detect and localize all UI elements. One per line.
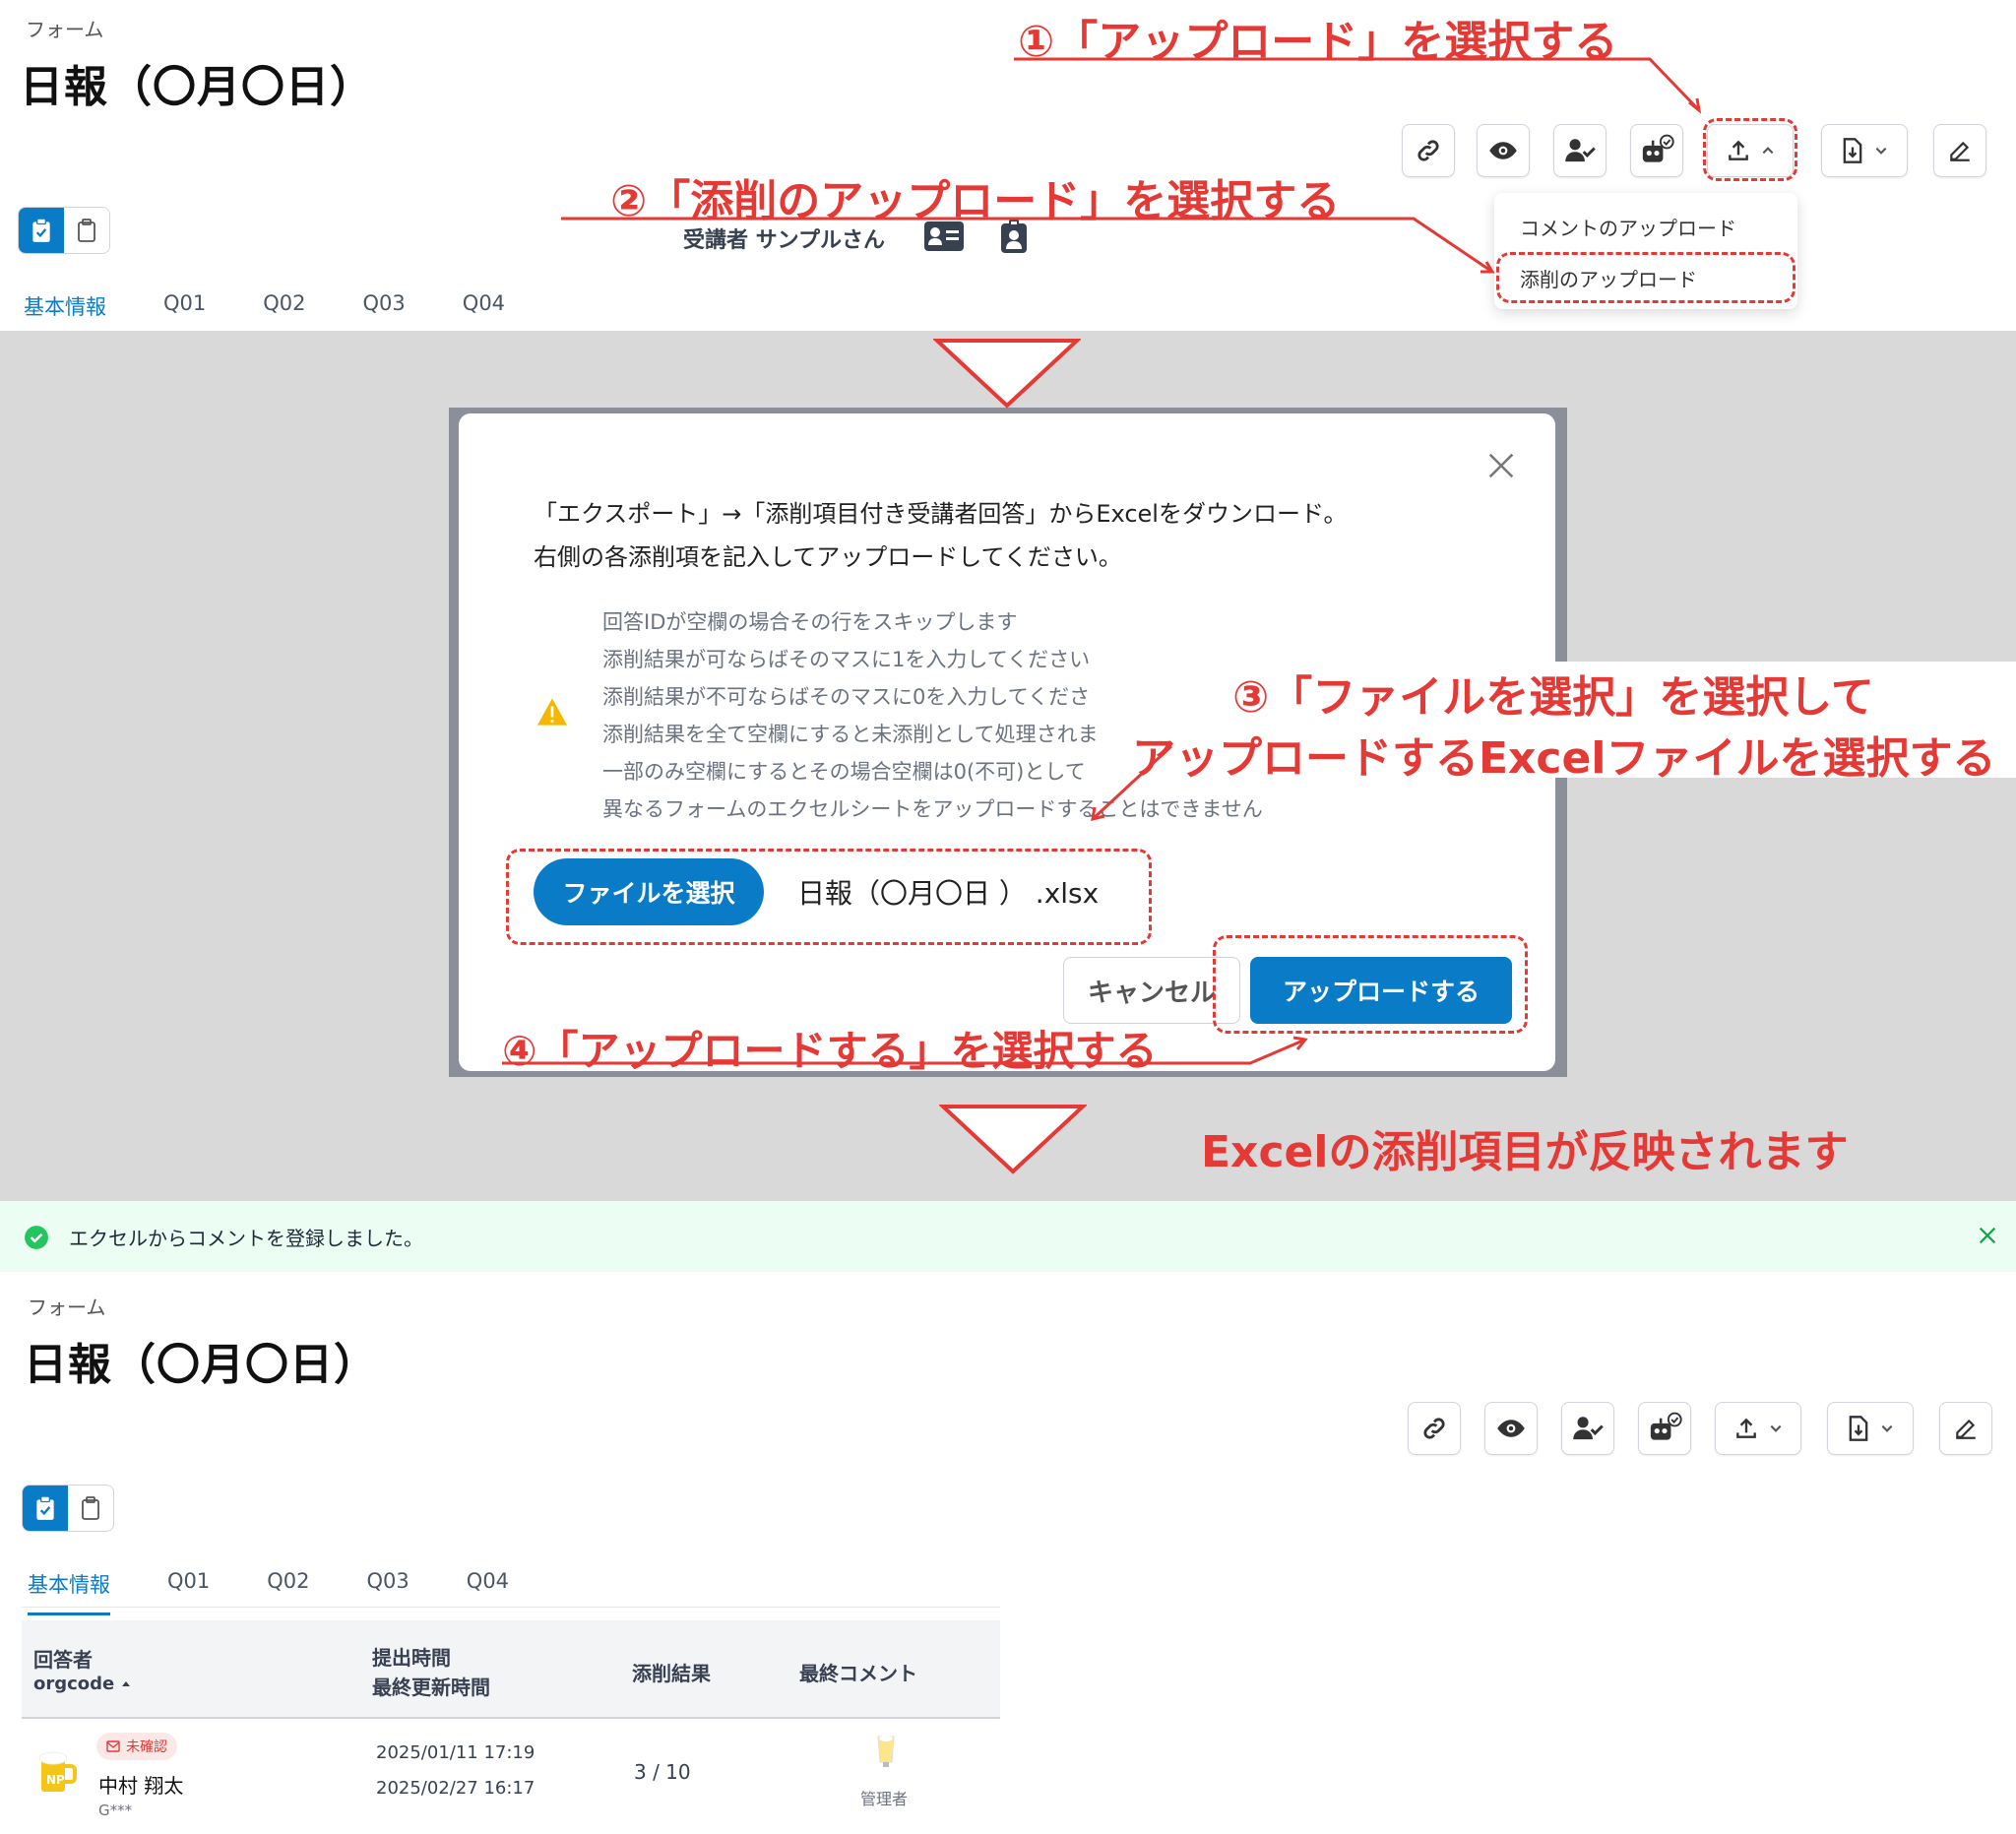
submitted-time: 2025/01/11 17:19	[376, 1742, 536, 1763]
view-toggle	[22, 1485, 114, 1532]
file-download-icon	[1849, 1416, 1868, 1441]
tab-q04[interactable]: Q04	[467, 1569, 509, 1615]
clipboard-check-icon	[36, 1495, 54, 1520]
clipboard-icon	[82, 1496, 99, 1520]
table-header: 回答者 orgcode 提出時間 最終更新時間 添削結果 最終コメント	[22, 1620, 1000, 1719]
chevron-down-icon	[1770, 1424, 1782, 1432]
tab-q02[interactable]: Q02	[267, 1569, 309, 1615]
assign-user-button[interactable]	[1561, 1402, 1614, 1455]
mail-icon	[106, 1740, 120, 1752]
column-header-submitted: 提出時間	[372, 1646, 451, 1670]
tab-divider	[22, 1607, 1000, 1608]
tab-bar: 基本情報 Q01 Q02 Q03 Q04	[28, 1569, 566, 1615]
robot-icon	[1650, 1412, 1682, 1440]
preview-button[interactable]	[1484, 1402, 1538, 1455]
column-header-result: 添削結果	[632, 1662, 711, 1685]
edit-button[interactable]	[1939, 1402, 1992, 1455]
annotation-connectors	[502, 57, 1702, 1065]
sort-up-icon	[121, 1681, 130, 1686]
export-dropdown-button[interactable]	[1827, 1402, 1914, 1455]
commenter-avatar	[877, 1736, 895, 1767]
commenter-name: 管理者	[860, 1790, 909, 1808]
svg-text:NP: NP	[46, 1773, 65, 1787]
ai-button[interactable]	[1638, 1402, 1691, 1455]
eye-icon	[1497, 1420, 1525, 1437]
tab-q01[interactable]: Q01	[167, 1569, 210, 1615]
tab-q03[interactable]: Q03	[367, 1569, 410, 1615]
link-button[interactable]	[1408, 1402, 1461, 1455]
status-badge-label: 未確認	[126, 1739, 167, 1755]
column-header-comment: 最終コメント	[799, 1662, 917, 1685]
link-icon	[1423, 1418, 1445, 1439]
column-header-updated: 最終更新時間	[372, 1676, 490, 1699]
chevron-down-icon	[1881, 1424, 1893, 1432]
page-title: 日報（〇月〇日）	[24, 1340, 378, 1390]
view-toggle-clipboard[interactable]	[68, 1486, 113, 1531]
upload-dropdown-button[interactable]	[1715, 1402, 1801, 1455]
updated-time: 2025/02/27 16:17	[376, 1778, 536, 1799]
column-header-orgcode[interactable]: orgcode	[33, 1674, 131, 1694]
upload-icon	[1736, 1418, 1756, 1438]
edit-icon	[1956, 1419, 1976, 1439]
respondent-org: G***	[98, 1802, 133, 1819]
correction-result: 3 / 10	[634, 1760, 691, 1784]
check-circle-icon	[25, 1226, 48, 1249]
success-toast: エクセルからコメントを登録しました。	[0, 1201, 2016, 1272]
view-toggle-checked[interactable]	[23, 1486, 68, 1531]
orgcode-label: orgcode	[33, 1674, 115, 1694]
avatar: NP	[38, 1751, 77, 1792]
toast-message: エクセルからコメントを登録しました。	[69, 1227, 423, 1250]
tab-basic-info[interactable]: 基本情報	[28, 1569, 110, 1615]
column-header-respondent: 回答者	[33, 1648, 93, 1672]
respondent-name[interactable]: 中村 翔太	[98, 1770, 183, 1799]
table-row[interactable]: NP 未確認 中村 翔太 G*** 2025/01/11 17:19 2025/…	[22, 1721, 1000, 1834]
status-badge: 未確認	[96, 1733, 177, 1760]
close-icon[interactable]	[1977, 1225, 1998, 1246]
breadcrumb: フォーム	[28, 1296, 106, 1319]
user-check-icon	[1573, 1417, 1604, 1440]
